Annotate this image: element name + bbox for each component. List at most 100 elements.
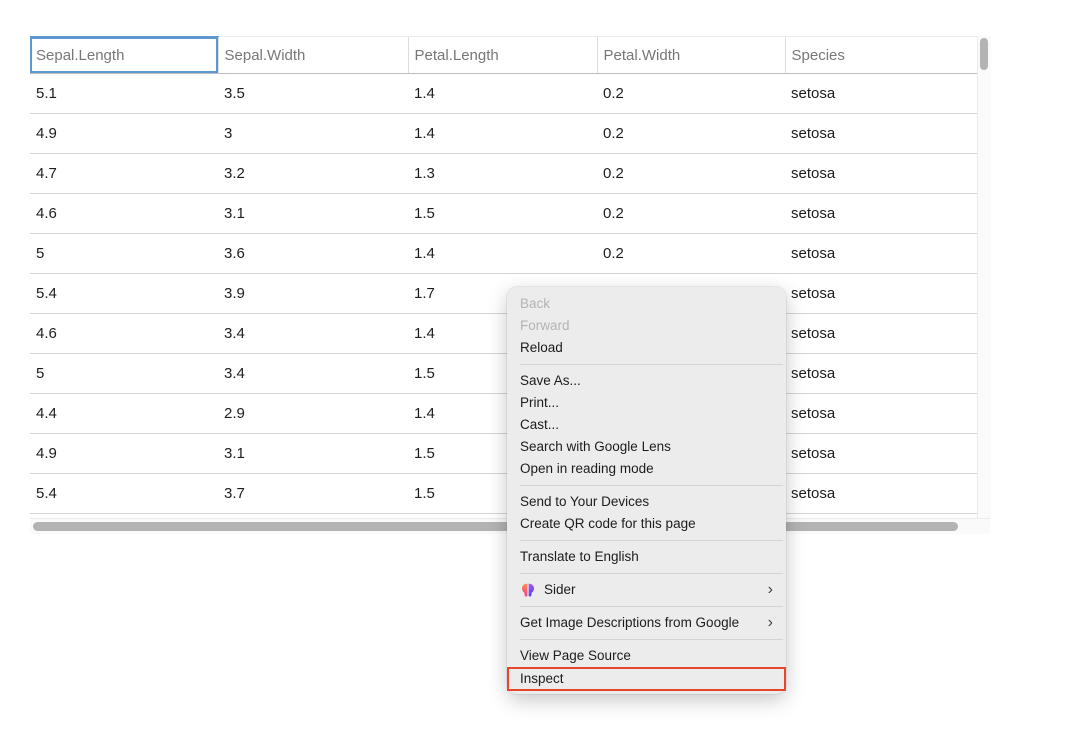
table-cell: setosa (785, 194, 977, 234)
table-row: 4.931.40.2setosa (30, 114, 977, 154)
vertical-scrollbar-thumb[interactable] (980, 38, 988, 70)
table-cell: 5.1 (30, 74, 218, 114)
table-row: 5.43.71.5setosa (30, 474, 977, 514)
table-row: 53.41.5setosa (30, 354, 977, 394)
menu-item-label: View Page Source (520, 645, 773, 667)
table-cell: setosa (785, 474, 977, 514)
data-table-region: Sepal.LengthSepal.WidthPetal.LengthPetal… (30, 36, 977, 514)
table-cell: 1.4 (408, 114, 597, 154)
menu-item-label: Translate to English (520, 546, 773, 568)
menu-item-translate-to-english[interactable]: Translate to English (507, 546, 786, 568)
table-cell: setosa (785, 154, 977, 194)
chevron-right-icon: › (768, 579, 773, 601)
table-cell: setosa (785, 74, 977, 114)
table-cell: 0.2 (597, 234, 785, 274)
menu-item-label: Forward (520, 315, 773, 337)
menu-item-label: Create QR code for this page (520, 513, 773, 535)
menu-item-label: Print... (520, 392, 773, 414)
horizontal-scrollbar-thumb[interactable] (33, 522, 958, 531)
table-cell: 4.9 (30, 434, 218, 474)
table-cell: 3.5 (218, 74, 408, 114)
table-cell: 3.2 (218, 154, 408, 194)
table-row: 4.93.11.5setosa (30, 434, 977, 474)
sider-brain-icon (520, 582, 536, 598)
table-row: 4.63.11.50.2setosa (30, 194, 977, 234)
table-cell: 3.9 (218, 274, 408, 314)
table-cell: 5 (30, 354, 218, 394)
menu-item-save-as[interactable]: Save As... (507, 370, 786, 392)
menu-item-send-to-your-devices[interactable]: Send to Your Devices (507, 491, 786, 513)
table-cell: 3.6 (218, 234, 408, 274)
table-cell: setosa (785, 114, 977, 154)
menu-item-label: Back (520, 293, 773, 315)
column-header-petal-width[interactable]: Petal.Width (597, 37, 785, 74)
menu-item-search-with-google-lens[interactable]: Search with Google Lens (507, 436, 786, 458)
table-cell: 4.4 (30, 394, 218, 434)
menu-item-label: Search with Google Lens (520, 436, 773, 458)
menu-separator (520, 573, 783, 574)
table-cell: 1.5 (408, 194, 597, 234)
table-cell: 4.7 (30, 154, 218, 194)
table-cell: 5 (30, 234, 218, 274)
table-cell: 2.9 (218, 394, 408, 434)
menu-item-label: Cast... (520, 414, 773, 436)
menu-item-label: Inspect (520, 669, 773, 689)
table-cell: 0.2 (597, 154, 785, 194)
menu-item-reload[interactable]: Reload (507, 337, 786, 359)
column-header-petal-length[interactable]: Petal.Length (408, 37, 597, 74)
menu-item-label: Sider (544, 579, 760, 601)
table-row: 53.61.40.2setosa (30, 234, 977, 274)
menu-item-forward[interactable]: Forward (507, 315, 786, 337)
table-cell: 4.9 (30, 114, 218, 154)
table-cell: 3.7 (218, 474, 408, 514)
table-header-row: Sepal.LengthSepal.WidthPetal.LengthPetal… (30, 37, 977, 74)
table-cell: 4.6 (30, 194, 218, 234)
table-cell: 3.1 (218, 434, 408, 474)
menu-item-open-in-reading-mode[interactable]: Open in reading mode (507, 458, 786, 480)
table-cell: setosa (785, 234, 977, 274)
table-cell: 4.6 (30, 314, 218, 354)
table-row: 5.13.51.40.2setosa (30, 74, 977, 114)
table-cell: setosa (785, 274, 977, 314)
table-row: 4.63.41.4setosa (30, 314, 977, 354)
menu-item-cast[interactable]: Cast... (507, 414, 786, 436)
column-header-sepal-width[interactable]: Sepal.Width (218, 37, 408, 74)
table-cell: 3.4 (218, 314, 408, 354)
menu-item-inspect[interactable]: Inspect (507, 667, 786, 691)
table-cell: setosa (785, 434, 977, 474)
column-header-species[interactable]: Species (785, 37, 977, 74)
menu-separator (520, 364, 783, 365)
vertical-scrollbar[interactable] (977, 36, 991, 518)
menu-item-back[interactable]: Back (507, 293, 786, 315)
table-cell: 1.4 (408, 234, 597, 274)
table-cell: 1.4 (408, 74, 597, 114)
menu-item-label: Get Image Descriptions from Google (520, 612, 760, 634)
menu-item-label: Save As... (520, 370, 773, 392)
table-row: 4.42.91.4setosa (30, 394, 977, 434)
menu-item-sider[interactable]: Sider › (507, 579, 786, 601)
context-menu: BackForwardReload Save As...Print...Cast.… (507, 287, 786, 694)
menu-item-print[interactable]: Print... (507, 392, 786, 414)
table-cell: 5.4 (30, 474, 218, 514)
menu-item-label: Send to Your Devices (520, 491, 773, 513)
menu-item-create-qr-code-for-this-page[interactable]: Create QR code for this page (507, 513, 786, 535)
table-cell: setosa (785, 314, 977, 354)
menu-item-get-image-descriptions-from-google[interactable]: Get Image Descriptions from Google› (507, 612, 786, 634)
table-row: 4.73.21.30.2setosa (30, 154, 977, 194)
table-row: 5.43.91.7setosa (30, 274, 977, 314)
column-header-sepal-length[interactable]: Sepal.Length (30, 37, 218, 74)
menu-item-view-page-source[interactable]: View Page Source (507, 645, 786, 667)
table-cell: 0.2 (597, 114, 785, 154)
table-cell: 0.2 (597, 194, 785, 234)
table-cell: 3.4 (218, 354, 408, 394)
menu-separator (520, 606, 783, 607)
table-cell: 3.1 (218, 194, 408, 234)
menu-separator (520, 485, 783, 486)
menu-item-label: Reload (520, 337, 773, 359)
table-cell: setosa (785, 394, 977, 434)
menu-separator (520, 540, 783, 541)
iris-table: Sepal.LengthSepal.WidthPetal.LengthPetal… (30, 36, 977, 514)
table-cell: 1.3 (408, 154, 597, 194)
table-cell: 5.4 (30, 274, 218, 314)
table-cell: setosa (785, 354, 977, 394)
